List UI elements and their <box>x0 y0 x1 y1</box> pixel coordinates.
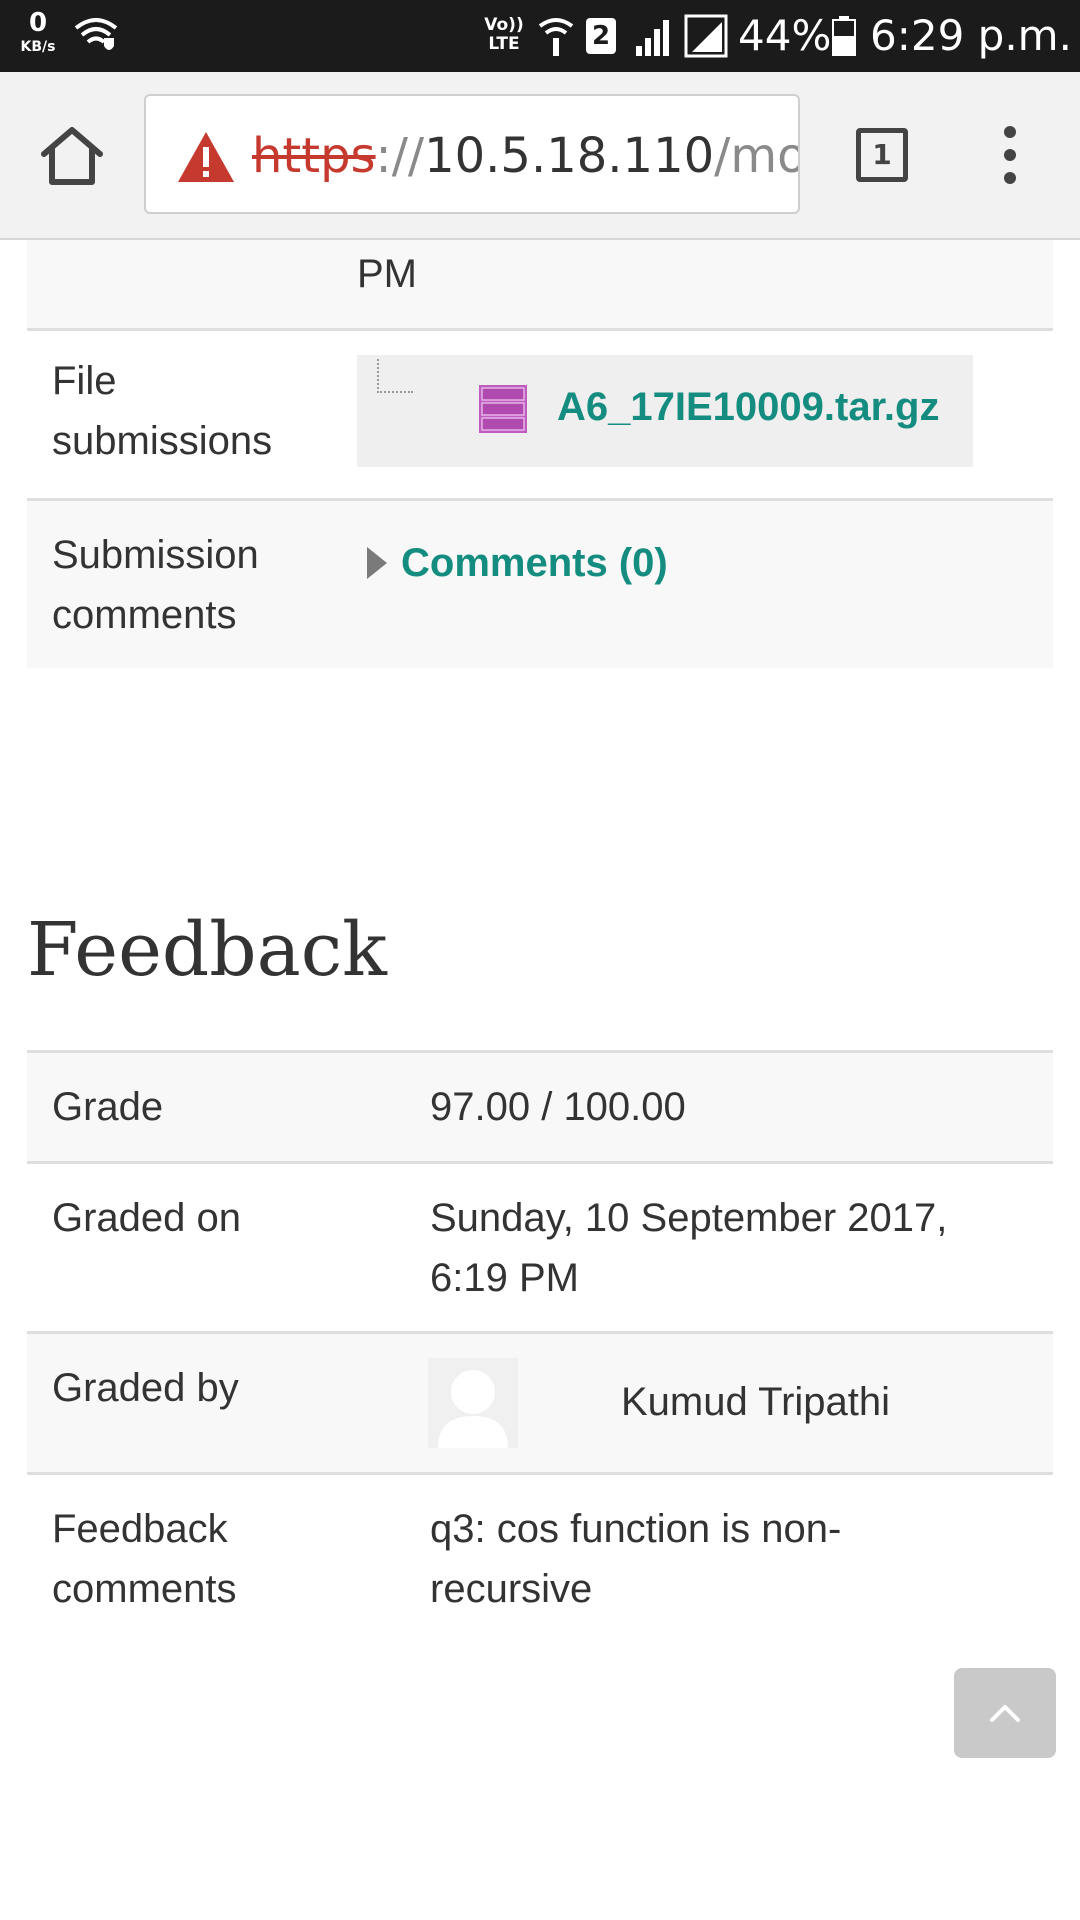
table-row-submission-comments: Submission comments Comments (0) <box>27 498 1053 668</box>
file-submissions-label: File submissions <box>52 351 272 471</box>
status-bar: 0 KB/s Vo)) LTE 2 44% 6:29 p.m. <box>0 0 1080 72</box>
url-text[interactable]: https://10.5.18.110/moodle/mod/assign/vi… <box>252 126 800 186</box>
network-speed-value: 0 <box>28 8 48 38</box>
network-speed-unit: KB/s <box>20 39 56 55</box>
submission-comments-label-line2: comments <box>52 593 237 637</box>
url-host: 10.5.18.110 <box>424 128 715 184</box>
chevron-up-icon <box>990 1705 1020 1722</box>
feedback-comments-value: q3: cos function is non- recursive <box>430 1499 841 1619</box>
tree-connector <box>377 359 413 393</box>
file-submissions-label-line2: submissions <box>52 419 273 463</box>
grade-label: Grade <box>52 1085 164 1129</box>
feedback-comments-label-line1: Feedback <box>52 1507 228 1551</box>
url-scheme: https <box>252 128 376 184</box>
archive-file-icon[interactable] <box>479 385 527 433</box>
signal-framed-icon <box>684 14 728 58</box>
address-bar[interactable]: https://10.5.18.110/moodle/mod/assign/vi… <box>144 94 800 214</box>
wifi-calling-icon <box>538 18 574 56</box>
user-avatar-icon <box>438 1370 508 1448</box>
submission-comments-label-line1: Submission <box>52 533 259 577</box>
table-row-grade: Grade 97.00 / 100.00 <box>27 1050 1053 1161</box>
feedback-comments-line1: q3: cos function is non- <box>430 1507 842 1551</box>
feedback-table: Grade 97.00 / 100.00 Graded on Sunday, 1… <box>27 1050 1053 1640</box>
graded-on-value-line2: 6:19 PM <box>430 1256 579 1300</box>
graded-on-label: Graded on <box>52 1196 242 1240</box>
home-icon[interactable] <box>38 124 106 188</box>
avatar[interactable] <box>428 1358 518 1448</box>
wifi-secure-icon <box>74 18 118 50</box>
overflow-menu-icon[interactable] <box>994 124 1026 186</box>
url-separator: :// <box>375 128 425 184</box>
clock: 6:29 p.m. <box>870 11 1072 60</box>
signal-icon <box>636 20 669 56</box>
file-submissions-label-line1: File <box>52 359 117 403</box>
grader-name[interactable]: Kumud Tripathi <box>621 1372 890 1432</box>
comments-link[interactable]: Comments (0) <box>401 541 668 585</box>
grade-value: 97.00 / 100.00 <box>430 1085 686 1129</box>
browser-toolbar: https://10.5.18.110/moodle/mod/assign/vi… <box>0 72 1080 240</box>
back-to-top-button[interactable] <box>954 1668 1056 1758</box>
table-row-graded-on: Graded on Sunday, 10 September 2017, 6:1… <box>27 1161 1053 1331</box>
battery-percent: 44% <box>738 11 832 60</box>
feedback-comments-label: Feedback comments <box>52 1499 237 1619</box>
submission-status-table: PM File submissions A6_17IE10009.tar.gz … <box>27 240 1053 668</box>
table-row-feedback-comments: Feedback comments q3: cos function is no… <box>27 1472 1053 1640</box>
table-row-due-date: PM <box>27 240 1053 328</box>
expand-triangle-icon[interactable] <box>367 547 387 579</box>
sim-slot-badge: 2 <box>586 18 616 54</box>
battery-icon <box>832 16 856 56</box>
table-row-graded-by: Graded by Kumud Tripathi <box>27 1331 1053 1472</box>
graded-on-value-line1: Sunday, 10 September 2017, <box>430 1196 948 1240</box>
graded-by-label: Graded by <box>52 1366 239 1410</box>
table-row-file-submissions: File submissions A6_17IE10009.tar.gz <box>27 328 1053 498</box>
due-date-value: PM <box>357 252 417 296</box>
url-path: /moodle/mod/assign/view.php <box>714 128 800 184</box>
network-speed: 0 KB/s <box>16 10 60 54</box>
file-tree: A6_17IE10009.tar.gz <box>357 355 973 467</box>
feedback-comments-line2: recursive <box>430 1567 593 1611</box>
submitted-file-link[interactable]: A6_17IE10009.tar.gz <box>557 377 939 437</box>
graded-on-value: Sunday, 10 September 2017, 6:19 PM <box>430 1188 947 1308</box>
comments-toggle[interactable]: Comments (0) <box>367 533 668 593</box>
volte-label: Vo)) LTE <box>484 15 524 54</box>
feedback-heading: Feedback <box>27 907 388 993</box>
feedback-comments-label-line2: comments <box>52 1567 237 1611</box>
warning-icon[interactable] <box>176 130 236 184</box>
submission-comments-label: Submission comments <box>52 525 259 645</box>
tab-switcher-icon[interactable]: 1 <box>856 128 908 182</box>
